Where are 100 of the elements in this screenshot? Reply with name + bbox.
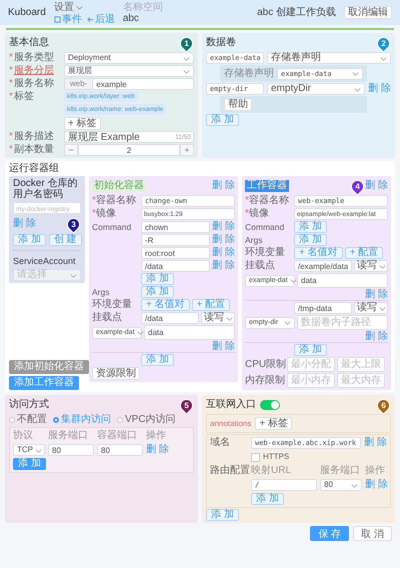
namespace-value: abc: [122, 12, 140, 24]
field-label: Args: [92, 286, 110, 298]
add-button[interactable]: 添 加: [141, 354, 174, 366]
field-label: 标签: [14, 91, 34, 103]
section-title: 互联网入口: [206, 399, 256, 411]
save-button[interactable]: 保 存: [310, 526, 350, 541]
add-pair-button[interactable]: + 名值对: [294, 247, 343, 259]
add-pair-button[interactable]: + 名值对: [141, 299, 190, 311]
port-input[interactable]: 80: [48, 444, 94, 456]
name-input[interactable]: example: [93, 78, 194, 90]
field-label: CPU限制: [245, 358, 285, 370]
section-title: 访问方式: [9, 399, 49, 411]
mount-path-input[interactable]: /data: [141, 312, 199, 324]
column-header: 协议: [13, 430, 34, 442]
add-init-container-button[interactable]: 添加初始化容器: [9, 360, 89, 374]
field-label: ServiceAccount: [13, 255, 77, 267]
settings-menu[interactable]: 设置: [54, 0, 115, 14]
help-button[interactable]: 帮助: [224, 98, 252, 111]
add-button[interactable]: 添 加: [294, 234, 327, 246]
field-label: 镜像: [96, 208, 116, 220]
select-field[interactable]: Deployment: [64, 52, 194, 64]
column-header: 操作: [365, 465, 386, 477]
command-input[interactable]: chown: [141, 221, 210, 233]
protocol-select[interactable]: TCP: [13, 444, 45, 456]
sub-path-input[interactable]: data: [144, 325, 235, 340]
container-type-tag: 初始化容器: [92, 180, 146, 192]
cancel-edit-button[interactable]: 取消编辑: [344, 6, 392, 19]
command-input[interactable]: -R: [141, 234, 210, 246]
decrement-button[interactable]: −: [64, 144, 78, 156]
add-button[interactable]: 添 加: [206, 509, 239, 521]
page-title: abc 创建工作负载: [257, 6, 336, 18]
arrow-left-icon: [86, 16, 94, 23]
max-input[interactable]: 最大内存: [337, 373, 385, 388]
caret-icon: [35, 446, 42, 454]
add-label-button[interactable]: + 标签: [64, 117, 101, 130]
caret-icon: [379, 304, 386, 312]
sub-path-input[interactable]: data: [297, 273, 388, 288]
sub-path-input[interactable]: 数据卷内子路径: [297, 315, 388, 330]
add-config-button[interactable]: + 配置: [192, 299, 230, 311]
required-mark: *: [9, 52, 13, 64]
map-pin-marker: 4: [349, 178, 365, 194]
required-mark: *: [245, 195, 249, 207]
section-title: 基本信息: [9, 37, 49, 49]
map-pin-marker: 1: [178, 35, 194, 51]
field-label: 服务分层: [14, 65, 54, 77]
add-config-button[interactable]: + 配置: [344, 247, 384, 259]
add-button[interactable]: 添 加: [294, 344, 327, 356]
add-label-button[interactable]: + 标签: [255, 417, 292, 430]
command-input[interactable]: /data: [141, 260, 210, 272]
cancel-button[interactable]: 取 消: [353, 526, 392, 541]
add-button[interactable]: 添 加: [294, 221, 327, 233]
field-label: 容器名称: [248, 195, 289, 207]
add-button[interactable]: 添 加: [141, 273, 174, 285]
add-button[interactable]: 添 加: [13, 458, 46, 470]
port-select[interactable]: 80: [320, 479, 362, 491]
field-label: 容器名称: [96, 195, 136, 207]
target-port-input[interactable]: 80: [97, 444, 143, 456]
namespace-label: 名称空间: [122, 2, 163, 12]
mount-path-input[interactable]: /example/data: [294, 260, 352, 272]
volume-type-select[interactable]: emptyDir: [267, 83, 366, 95]
command-input[interactable]: root:root: [141, 247, 210, 259]
add-button[interactable]: 添 加: [251, 493, 284, 505]
field-prefix: web-: [64, 78, 94, 90]
create-button[interactable]: 创 建: [48, 234, 82, 246]
field-label: Docker 仓库的用户名密码: [13, 178, 78, 200]
add-button[interactable]: 添 加: [206, 114, 239, 126]
required-mark: *: [9, 144, 13, 156]
caret-icon: [284, 319, 291, 326]
annotations-label: annotations: [210, 418, 252, 430]
mode-select[interactable]: 读写: [201, 312, 235, 324]
map-pin-marker: 6: [375, 397, 391, 413]
select-field[interactable]: 展现层: [64, 65, 194, 77]
mode-select[interactable]: 读写: [354, 302, 388, 314]
required-mark: *: [92, 208, 96, 220]
mode-select[interactable]: 读写: [354, 260, 388, 272]
resource-limit-button[interactable]: 资源限制: [92, 367, 140, 380]
add-container-button[interactable]: 添加工作容器: [9, 376, 79, 390]
caret-icon: [290, 277, 297, 284]
replica-input[interactable]: 2: [78, 144, 180, 156]
required-mark: *: [245, 208, 249, 220]
mount-path-input[interactable]: /tmp-data: [294, 302, 352, 314]
volume-type-select[interactable]: 存储卷声明: [267, 52, 391, 64]
section-title: 数据卷: [206, 37, 236, 49]
increment-button[interactable]: +: [180, 144, 194, 156]
add-button[interactable]: 添 加: [141, 286, 174, 298]
map-pin-marker: 5: [178, 397, 194, 413]
add-button[interactable]: 添 加: [13, 234, 46, 246]
caret-icon: [351, 482, 358, 488]
toggle-switch[interactable]: [260, 400, 280, 410]
caret-icon: [70, 272, 77, 278]
field-label: 挂载点: [92, 312, 123, 324]
caret-icon: [352, 70, 359, 77]
max-input[interactable]: 最大上限: [337, 357, 385, 372]
radio-option[interactable]: 不配置: [9, 414, 47, 426]
caret-icon: [136, 329, 144, 336]
https-checkbox[interactable]: HTTPS: [251, 451, 290, 463]
field-label: 镜像: [248, 208, 269, 220]
min-input[interactable]: 最小分配: [287, 357, 335, 372]
radio-option[interactable]: VPC内访问: [117, 414, 176, 426]
min-input[interactable]: 最小内存: [287, 373, 335, 388]
